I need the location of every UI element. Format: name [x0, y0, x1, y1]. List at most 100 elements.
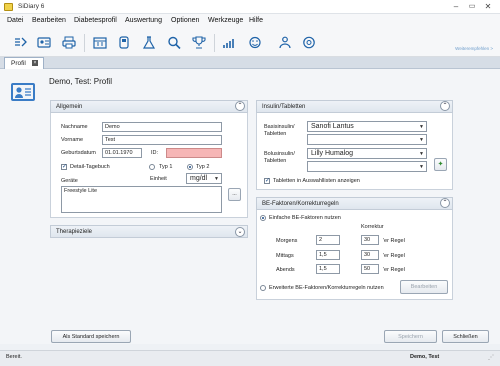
chevron-down-icon: ▼ — [214, 176, 219, 182]
chevron-down-icon: ▼ — [419, 164, 424, 170]
menu-werkzeuge[interactable]: Werkzeuge — [208, 17, 243, 24]
nachname-label: Nachname — [61, 124, 88, 130]
tab-label: Profil — [11, 60, 26, 67]
chevron-down-icon: ▼ — [419, 124, 424, 130]
extended-be-label: Erweiterte BE-Faktoren/Korrekturregeln n… — [269, 285, 384, 291]
regel-suffix: 'er Regel — [383, 253, 405, 259]
vorname-field[interactable]: Test — [102, 135, 222, 145]
regel-suffix: 'er Regel — [383, 238, 405, 244]
collapse-allgemein-icon[interactable]: ⌃ — [235, 101, 245, 111]
id-label: ID: — [151, 150, 159, 156]
add-insulin-icon[interactable]: ✦ — [434, 158, 447, 171]
einheit-label: Einheit — [150, 176, 167, 182]
typ1-radio[interactable] — [149, 164, 155, 170]
menu-bearbeiten[interactable]: Bearbeiten — [32, 17, 66, 24]
chevron-down-icon: ▼ — [419, 137, 424, 143]
allgemein-title: Allgemein — [56, 104, 83, 110]
typ2-label: Typ 2 — [196, 164, 210, 170]
smiley-icon[interactable] — [248, 36, 262, 49]
therapieziele-header[interactable]: Therapieziele — [50, 225, 248, 238]
basisinsulin-select[interactable]: Sanofi Lantus ▼ — [307, 121, 427, 132]
status-user: Demo, Test — [410, 354, 440, 360]
be-row-label: Abends — [276, 267, 295, 273]
window-title: SiDiary 6 — [18, 3, 45, 10]
korrektur-field[interactable]: 50 — [361, 264, 379, 274]
be-factor-field[interactable]: 2 — [316, 235, 340, 245]
search-icon[interactable] — [167, 36, 181, 49]
geburtsdatum-label: Geburtsdatum — [61, 150, 96, 156]
bolus-tabletten-select[interactable]: ▼ — [307, 161, 427, 172]
toolbar-separator — [214, 34, 215, 52]
maximize-button[interactable]: ▭ — [466, 2, 478, 12]
menu-datei[interactable]: Datei — [7, 17, 23, 24]
menu-auswertung[interactable]: Auswertung — [125, 17, 162, 24]
id-card-icon[interactable] — [37, 36, 51, 49]
calendar-icon[interactable] — [93, 36, 107, 49]
expand-therapieziele-icon[interactable]: ⌄ — [235, 227, 245, 237]
collapse-be-icon[interactable]: ⌃ — [440, 198, 450, 208]
allgemein-header: Allgemein — [50, 100, 248, 113]
show-tablets-checkbox[interactable]: ✓ — [264, 178, 270, 184]
tab-close-icon[interactable]: × — [32, 60, 38, 66]
recommend-link[interactable]: Weiterempfehlen > — [455, 46, 493, 51]
extended-be-radio[interactable] — [260, 285, 266, 291]
insulin-title: Insulin/Tabletten — [262, 104, 306, 110]
show-tablets-label: Tabletten in Auswahllisten anzeigen — [273, 178, 360, 184]
be-row-label: Mittags — [276, 253, 294, 259]
save-button[interactable]: Speichern — [384, 330, 437, 343]
be-factor-field[interactable]: 1,5 — [316, 264, 340, 274]
insulin-header: Insulin/Tabletten — [256, 100, 453, 113]
korrektur-label: Korrektur — [361, 224, 384, 230]
tab-strip — [0, 57, 500, 69]
detail-tagebuch-checkbox[interactable]: ✓ — [61, 164, 67, 170]
device-icon[interactable] — [117, 36, 131, 49]
page-title: Demo, Test: Profil — [49, 77, 112, 86]
simple-be-radio[interactable] — [260, 215, 266, 221]
einheit-select[interactable]: mg/dl ▼ — [186, 173, 222, 184]
menu-diabetesprofil[interactable]: Diabetesprofil — [74, 17, 117, 24]
print-icon[interactable] — [62, 36, 76, 49]
minimize-button[interactable]: – — [450, 2, 462, 12]
insulin-panel — [256, 100, 453, 190]
bolusinsulin-select[interactable]: Lilly Humalog ▼ — [307, 148, 427, 159]
people-icon[interactable] — [278, 36, 292, 49]
korrektur-field[interactable]: 30 — [361, 250, 379, 260]
be-factor-field[interactable]: 1,5 — [316, 250, 340, 260]
menu-optionen[interactable]: Optionen — [171, 17, 199, 24]
typ1-label: Typ 1 — [159, 164, 173, 170]
trophy-icon[interactable] — [192, 36, 206, 49]
status-text: Bereit. — [6, 354, 22, 360]
nachname-field[interactable]: Demo — [102, 122, 222, 132]
be-header: BE-Faktoren/Korrekturregeln — [256, 197, 453, 210]
menu-hilfe[interactable]: Hilfe — [249, 17, 263, 24]
typ2-radio[interactable] — [187, 164, 193, 170]
basisinsulin-label: Basisinsulin/ Tabletten — [264, 124, 295, 137]
flask-icon[interactable] — [142, 36, 156, 49]
bearbeiten-button[interactable]: Bearbeiten — [400, 280, 448, 294]
vorname-label: Vorname — [61, 137, 84, 143]
tab-profil[interactable]: Profil — [4, 57, 44, 69]
help-icon[interactable] — [302, 36, 316, 49]
profile-card-icon — [11, 83, 35, 101]
bolusinsulin-value: Lilly Humalog — [311, 150, 354, 157]
therapieziele-title: Therapieziele — [56, 229, 93, 235]
id-field[interactable] — [166, 148, 222, 158]
basis-tabletten-select[interactable]: ▼ — [307, 134, 427, 145]
close-window-button[interactable]: ✕ — [482, 2, 494, 12]
korrektur-field[interactable]: 30 — [361, 235, 379, 245]
save-as-standard-button[interactable]: Als Standard speichern — [51, 330, 131, 343]
title-bar — [0, 0, 500, 14]
geraete-label: Geräte — [61, 178, 78, 184]
be-title: BE-Faktoren/Korrekturregeln — [262, 201, 339, 207]
geburtsdatum-field[interactable]: 01.01.1970 — [102, 148, 142, 158]
regel-suffix: 'er Regel — [383, 267, 405, 273]
toolbar-separator — [84, 34, 85, 52]
geraete-more-button[interactable]: ... — [228, 188, 241, 201]
geraete-list[interactable]: Freestyle Lite — [61, 186, 222, 213]
close-button[interactable]: Schließen — [442, 330, 489, 343]
simple-be-label: Einfache BE-Faktoren nutzen — [269, 215, 341, 221]
new-entry-icon[interactable] — [14, 36, 28, 49]
collapse-insulin-icon[interactable]: ⌃ — [440, 101, 450, 111]
resize-grip-icon[interactable]: ⋰ — [488, 354, 496, 362]
chart-icon[interactable] — [222, 36, 236, 49]
